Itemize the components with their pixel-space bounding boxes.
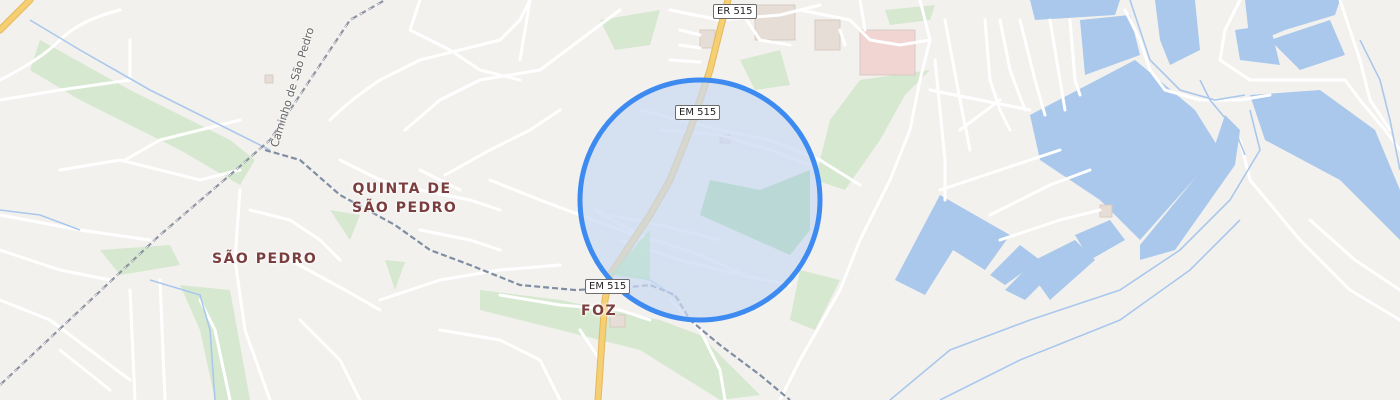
road-shield-em515-bottom: EM 515	[585, 279, 631, 294]
map-view[interactable]: QUINTA DE SÃO PEDRO SÃO PEDRO FOZ ER 515…	[0, 0, 1400, 400]
place-label-line2: SÃO PEDRO	[352, 200, 458, 216]
place-label-line1: QUINTA DE	[352, 181, 452, 197]
place-label-quinta-de-sao-pedro: QUINTA DE SÃO PEDRO	[352, 180, 458, 218]
map-canvas[interactable]	[0, 0, 1400, 400]
place-label-sao-pedro: SÃO PEDRO	[212, 251, 318, 267]
road-shield-em515-top: EM 515	[675, 105, 721, 120]
place-label-foz: FOZ	[581, 303, 618, 319]
road-shield-er515: ER 515	[713, 4, 757, 19]
